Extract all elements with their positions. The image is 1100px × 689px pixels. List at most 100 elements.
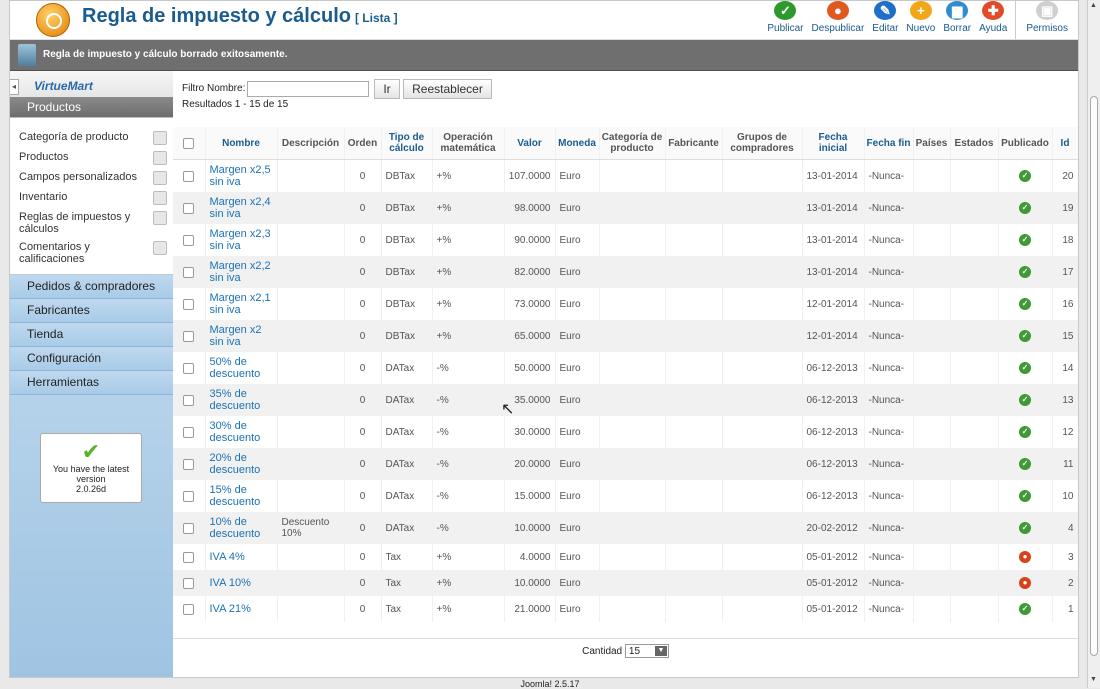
row-checkbox[interactable] — [183, 234, 195, 246]
toolbar-trash-button[interactable]: ▆ Borrar — [939, 1, 975, 39]
scroll-up-icon[interactable]: ▲ — [1090, 2, 1097, 9]
published-check-icon[interactable]: ✓ — [1019, 298, 1031, 310]
column-header[interactable]: Valor — [504, 127, 556, 160]
rule-name-link[interactable]: 10% de descuento — [205, 512, 278, 544]
toolbar-pencil-button[interactable]: ✎ Editar — [868, 1, 902, 39]
rule-name-link[interactable]: 20% de descuento — [205, 448, 278, 480]
column-header-label: Tipo de cálculo — [388, 132, 425, 154]
select-all-checkbox[interactable] — [183, 137, 195, 149]
row-checkbox[interactable] — [183, 170, 195, 182]
table-row[interactable]: 15% de descuento 0 DATax -% 15.0000 Euro 06-12… — [173, 480, 1078, 512]
published-check-icon[interactable]: ✓ — [1019, 394, 1031, 406]
row-checkbox[interactable] — [183, 522, 195, 534]
sidebar-section-productos[interactable]: Productos — [10, 97, 173, 117]
row-checkbox[interactable] — [183, 362, 195, 374]
row-checkbox[interactable] — [183, 490, 195, 502]
select-all-header[interactable] — [173, 127, 206, 160]
column-header[interactable]: Nombre — [205, 127, 278, 160]
rule-name-link[interactable]: 35% de descuento — [205, 384, 278, 416]
rule-end-date: -Nunca- — [864, 596, 914, 622]
published-check-icon[interactable]: ✓ — [1019, 426, 1031, 438]
table-row[interactable]: IVA 10% 0 Tax +% 10.0000 Euro 05-01-2012 -Nunca… — [173, 570, 1078, 596]
row-checkbox[interactable] — [183, 426, 195, 438]
rule-name-link[interactable]: 30% de descuento — [205, 416, 278, 448]
table-row[interactable]: Margen x2,3 sin iva 0 DBTax +% 90.0000 Euro 13… — [173, 224, 1078, 256]
row-checkbox[interactable] — [183, 603, 195, 615]
published-check-icon[interactable]: ✓ — [1019, 490, 1031, 502]
pagination-select[interactable]: 15 — [624, 644, 669, 659]
published-check-icon[interactable]: ✓ — [1019, 522, 1031, 534]
go-button[interactable]: Ir — [374, 79, 400, 99]
unpublished-icon[interactable]: ● — [1019, 551, 1031, 563]
collapse-arrow-icon[interactable]: ◂ — [10, 79, 19, 95]
rule-name-link[interactable]: IVA 4% — [205, 544, 278, 570]
rule-name-link[interactable]: IVA 10% — [205, 570, 278, 596]
toolbar-plus-button[interactable]: + Nuevo — [902, 1, 939, 39]
toolbar-check-button[interactable]: ✓ Publicar — [763, 1, 807, 39]
table-row[interactable]: 30% de descuento 0 DATax -% 30.0000 Euro 06-12… — [173, 416, 1078, 448]
column-header[interactable]: Tipo de cálculo — [381, 127, 433, 160]
sidebar-section[interactable]: Pedidos & compradores — [10, 275, 173, 299]
filter-name-input[interactable] — [247, 81, 369, 97]
sidebar-subitem[interactable]: Comentarios y calificaciones — [10, 238, 173, 268]
row-checkbox[interactable] — [183, 330, 195, 342]
table-row[interactable]: 10% de descuento Descuento 10% 0 DATax -% 10.… — [173, 512, 1078, 544]
rule-name-link[interactable]: IVA 21% — [205, 596, 278, 622]
table-row[interactable]: Margen x2,5 sin iva 0 DBTax +% 107.0000 Euro 1… — [173, 159, 1078, 192]
sidebar-subitem[interactable]: Campos personalizados — [10, 168, 173, 188]
column-header[interactable]: Id — [1052, 127, 1078, 160]
published-check-icon[interactable]: ✓ — [1019, 603, 1031, 615]
sidebar-section[interactable]: Fabricantes — [10, 299, 173, 323]
toolbar-lifebuoy-button[interactable]: ✚ Ayuda — [975, 1, 1011, 39]
published-check-icon[interactable]: ✓ — [1019, 202, 1031, 214]
sidebar-section[interactable]: Configuración — [10, 347, 173, 371]
table-row[interactable]: IVA 4% 0 Tax +% 4.0000 Euro 05-01-2012 -Nunca- ●… — [173, 544, 1078, 570]
table-row[interactable]: Margen x2 sin iva 0 DBTax +% 65.0000 Euro 12-0… — [173, 320, 1078, 352]
scroll-down-icon[interactable]: ▼ — [1090, 676, 1097, 683]
table-row[interactable]: Margen x2,2 sin iva 0 DBTax +% 82.0000 Euro 13… — [173, 256, 1078, 288]
sidebar-section[interactable]: Herramientas — [10, 371, 173, 395]
reset-button[interactable]: Reestablecer — [403, 79, 492, 99]
published-check-icon[interactable]: ✓ — [1019, 266, 1031, 278]
table-row[interactable]: Margen x2,4 sin iva 0 DBTax +% 98.0000 Euro 13… — [173, 192, 1078, 224]
row-checkbox[interactable] — [183, 458, 195, 470]
row-checkbox[interactable] — [183, 394, 195, 406]
table-row[interactable]: 50% de descuento 0 DATax -% 50.0000 Euro 06-12… — [173, 352, 1078, 384]
rule-name-link[interactable]: Margen x2,5 sin iva — [205, 159, 278, 192]
table-row[interactable]: Margen x2,1 sin iva 0 DBTax +% 73.0000 Euro 12… — [173, 288, 1078, 320]
rule-name-link[interactable]: Margen x2,1 sin iva — [205, 288, 278, 320]
table-row[interactable]: 35% de descuento 0 DATax -% 35.0000 Euro 06-12… — [173, 384, 1078, 416]
row-checkbox[interactable] — [183, 551, 195, 563]
vertical-scrollbar[interactable]: ▲ ▼ — [1087, 0, 1100, 688]
sidebar-subitem[interactable]: Categoría de producto — [10, 128, 173, 148]
published-check-icon[interactable]: ✓ — [1019, 234, 1031, 246]
column-header[interactable]: Fecha inicial — [802, 127, 865, 160]
rule-name-link[interactable]: 15% de descuento — [205, 480, 278, 512]
unpublished-icon[interactable]: ● — [1019, 577, 1031, 589]
rule-name-link[interactable]: Margen x2,3 sin iva — [205, 224, 278, 256]
published-check-icon[interactable]: ✓ — [1019, 170, 1031, 182]
rule-name-link[interactable]: 50% de descuento — [205, 352, 278, 384]
toolbar-unpublish-button[interactable]: ● Despublicar — [807, 1, 868, 39]
sidebar-subitem[interactable]: Productos — [10, 148, 173, 168]
published-check-icon[interactable]: ✓ — [1019, 330, 1031, 342]
table-row[interactable]: 20% de descuento 0 DATax -% 20.0000 Euro 06-12… — [173, 448, 1078, 480]
row-checkbox[interactable] — [183, 298, 195, 310]
rule-name-link[interactable]: Margen x2,2 sin iva — [205, 256, 278, 288]
table-row[interactable]: IVA 21% 0 Tax +% 21.0000 Euro 05-01-2012 -Nunca… — [173, 596, 1078, 622]
column-header[interactable]: Moneda — [555, 127, 600, 160]
sidebar-subitem[interactable]: Reglas de impuestos y cálculos — [10, 208, 173, 238]
row-checkbox[interactable] — [183, 266, 195, 278]
published-check-icon[interactable]: ✓ — [1019, 362, 1031, 374]
column-header[interactable]: Fecha fin — [864, 127, 914, 160]
row-checkbox[interactable] — [183, 202, 195, 214]
rule-name-link[interactable]: Margen x2 sin iva — [205, 320, 278, 352]
row-checkbox[interactable] — [183, 577, 195, 589]
toolbar-lock-button[interactable]: ▣ Permisos — [1015, 1, 1072, 39]
published-cell: ● — [998, 570, 1053, 596]
sidebar-subitem[interactable]: Inventario — [10, 188, 173, 208]
published-check-icon[interactable]: ✓ — [1019, 458, 1031, 470]
scrollbar-thumb[interactable] — [1090, 96, 1098, 656]
rule-name-link[interactable]: Margen x2,4 sin iva — [205, 192, 278, 224]
sidebar-section[interactable]: Tienda — [10, 323, 173, 347]
